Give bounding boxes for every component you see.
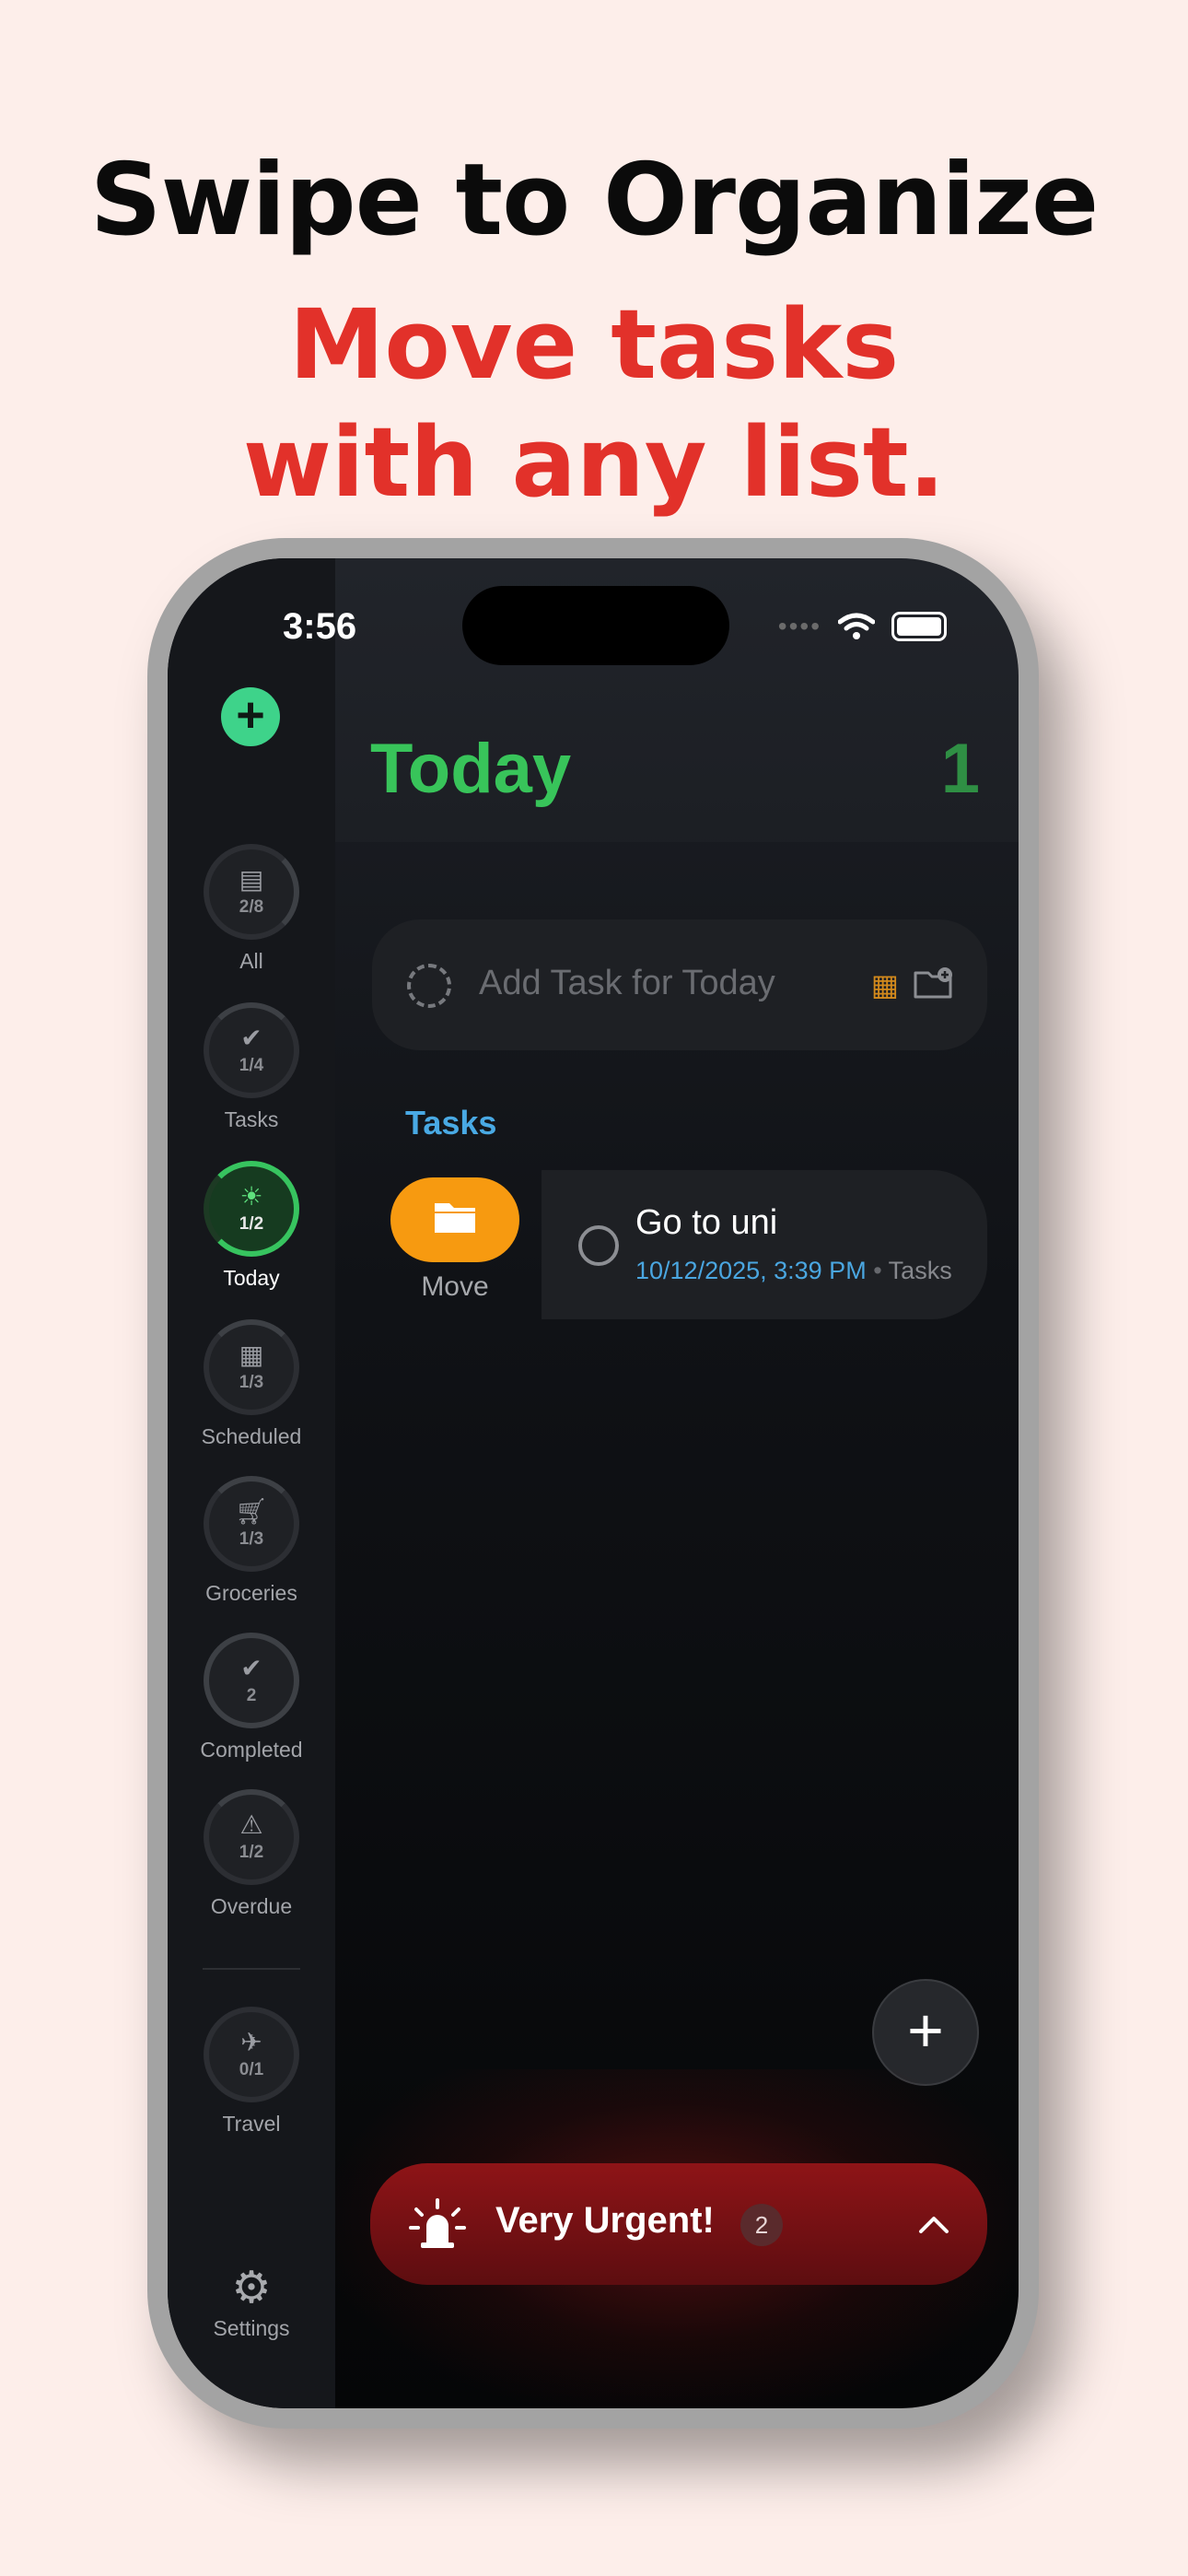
wifi-icon	[838, 613, 875, 639]
progress-ring: ✈ 0/1	[204, 2007, 299, 2102]
sidebar-item-groceries[interactable]: 🛒︎ 1/3 Groceries	[168, 1476, 335, 1606]
sidebar-item-count: 1/2	[239, 1214, 264, 1234]
sidebar-item-count: 2/8	[239, 897, 264, 917]
sidebar-item-label: Overdue	[210, 1894, 293, 1918]
warning-icon: ⚠	[239, 1810, 263, 1839]
task-complete-checkbox[interactable]	[578, 1225, 619, 1266]
dynamic-island	[462, 586, 729, 665]
task-count: 1	[940, 730, 980, 808]
move-button[interactable]	[390, 1177, 519, 1262]
very-urgent-bar[interactable]: Very Urgent! 2	[370, 2163, 987, 2285]
status-time: 3:56	[283, 606, 357, 647]
sidebar-item-label: Groceries	[205, 1581, 297, 1605]
sidebar-item-count: 2	[246, 1686, 257, 1705]
headline-subtitle-line2: with any list.	[242, 406, 946, 519]
sidebar-item-today[interactable]: ☀ 1/2 Today	[168, 1161, 335, 1291]
phone-frame: + ▤ 2/8 All ✔ 1/4 Tasks ☀ 1/2 Today ▦ 1/…	[147, 538, 1039, 2429]
sidebar: + ▤ 2/8 All ✔ 1/4 Tasks ☀ 1/2 Today ▦ 1/…	[168, 558, 335, 2408]
progress-ring: ▤ 2/8	[204, 844, 299, 940]
gear-icon: ⚙	[231, 2264, 272, 2313]
sidebar-item-label: Completed	[200, 1738, 303, 1762]
urgent-label: Very Urgent!	[495, 2200, 715, 2241]
task-date: 10/12/2025, 3:39 PM	[635, 1257, 867, 1284]
folder-icon	[435, 1203, 475, 1233]
tray-icon: ▤	[239, 865, 264, 894]
airplane-icon: ✈	[240, 2028, 262, 2056]
sidebar-item-count: 1/4	[239, 1056, 264, 1075]
move-label: Move	[421, 1271, 489, 1302]
page-title: Today	[370, 730, 572, 808]
sidebar-item-count: 1/3	[239, 1373, 264, 1392]
add-task-placeholder: Add Task for Today	[479, 964, 775, 1002]
checkmark-seal-icon: ✔	[240, 1654, 262, 1682]
sidebar-item-label: Today	[223, 1266, 280, 1290]
progress-ring: ▦ 1/3	[204, 1319, 299, 1415]
settings-label: Settings	[213, 2316, 290, 2340]
add-list-button[interactable]: +	[221, 687, 280, 746]
battery-icon	[891, 612, 947, 641]
cart-icon: 🛒︎	[235, 1497, 268, 1526]
settings-button[interactable]: ⚙ Settings	[168, 2265, 335, 2341]
sidebar-item-label: Tasks	[224, 1107, 279, 1131]
headline-subtitle: Move tasks with any list.	[0, 286, 1188, 521]
sidebar-item-count: 1/2	[239, 1843, 264, 1862]
sidebar-item-tasks[interactable]: ✔ 1/4 Tasks	[168, 1002, 335, 1132]
sidebar-item-travel[interactable]: ✈ 0/1 Travel	[168, 2007, 335, 2137]
status-icons: ••••	[778, 612, 947, 641]
sidebar-item-label: Travel	[222, 2112, 281, 2136]
sidebar-item-count: 0/1	[239, 2060, 264, 2079]
signal-icon: ••••	[777, 612, 821, 640]
task-title: Go to uni	[635, 1203, 778, 1242]
task-row[interactable]: Go to uni 10/12/2025, 3:39 PM • Tasks	[542, 1170, 987, 1319]
sidebar-item-scheduled[interactable]: ▦ 1/3 Scheduled	[168, 1319, 335, 1449]
task-list-name: Tasks	[888, 1257, 952, 1284]
sun-icon: ☀	[239, 1182, 263, 1211]
sidebar-item-completed[interactable]: ✔ 2 Completed	[168, 1633, 335, 1762]
sidebar-item-overdue[interactable]: ⚠ 1/2 Overdue	[168, 1789, 335, 1919]
sidebar-item-label: All	[239, 949, 263, 973]
progress-ring: ✔ 2	[204, 1633, 299, 1728]
sidebar-item-all[interactable]: ▤ 2/8 All	[168, 844, 335, 974]
progress-ring: ⚠ 1/2	[204, 1789, 299, 1885]
task-meta: 10/12/2025, 3:39 PM • Tasks	[635, 1257, 952, 1285]
chevron-up-icon[interactable]	[915, 2206, 952, 2242]
urgent-count-badge: 2	[740, 2204, 783, 2246]
folder-plus-icon[interactable]	[914, 967, 956, 1001]
sidebar-item-label: Scheduled	[201, 1424, 302, 1448]
add-task-field[interactable]: Add Task for Today ▦	[372, 919, 987, 1050]
dashed-circle-icon	[407, 964, 451, 1008]
check-circle-icon: ✔	[240, 1024, 262, 1052]
section-header-tasks: Tasks	[405, 1104, 497, 1142]
app-screen: + ▤ 2/8 All ✔ 1/4 Tasks ☀ 1/2 Today ▦ 1/…	[168, 558, 1019, 2408]
progress-ring: ✔ 1/4	[204, 1002, 299, 1098]
headline-title: Swipe to Organize	[89, 143, 1099, 258]
calendar-alert-icon: ▦	[239, 1341, 264, 1369]
calendar-icon[interactable]: ▦	[871, 967, 899, 1002]
sidebar-divider	[203, 1968, 300, 1970]
progress-ring: 🛒︎ 1/3	[204, 1476, 299, 1572]
progress-ring: ☀ 1/2	[204, 1161, 299, 1257]
task-separator: •	[873, 1257, 882, 1284]
sidebar-item-count: 1/3	[239, 1529, 264, 1549]
siren-icon	[409, 2198, 466, 2248]
headline-subtitle-line1: Move tasks	[288, 288, 900, 401]
